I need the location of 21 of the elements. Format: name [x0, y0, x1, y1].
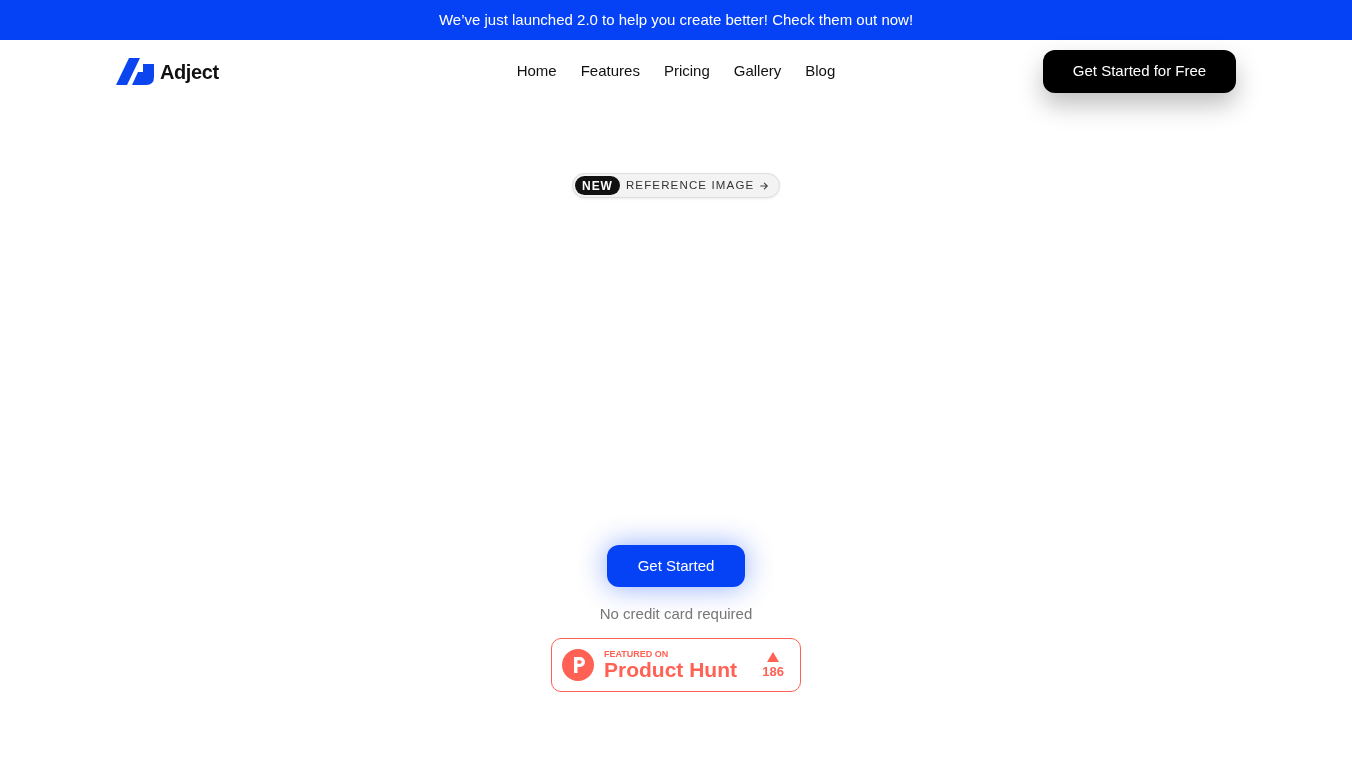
logo-icon [116, 58, 154, 85]
brand-name: Adject [160, 59, 219, 85]
get-started-button[interactable]: Get Started [607, 545, 745, 587]
no-credit-card-note: No credit card required [599, 604, 753, 624]
upvote-triangle-icon [767, 651, 780, 662]
nav-link[interactable]: Home [516, 60, 557, 83]
nav-link[interactable]: Pricing [663, 60, 710, 83]
nav-link[interactable]: Gallery [733, 60, 782, 83]
new-badge: NEW [575, 176, 620, 195]
announcement-pill[interactable]: NEW REFERENCE IMAGE [572, 173, 780, 198]
nav-link[interactable]: Blog [805, 60, 836, 83]
get-started-free-button[interactable]: Get Started for Free [1043, 50, 1236, 93]
product-hunt-name: Product Hunt [604, 659, 737, 681]
p-logo-icon [562, 649, 594, 681]
arrow-right-icon [760, 180, 769, 191]
featured-on-label: FEATURED ON [604, 649, 670, 659]
vote-count: 186 [762, 664, 784, 679]
brand-logo-link[interactable]: Adject [116, 56, 219, 87]
announcement-text[interactable]: We’ve just launched 2.0 to help you create better! Check them out now! [438, 8, 914, 32]
pill-label: REFERENCE IMAGE [625, 177, 755, 193]
nav-link[interactable]: Features [580, 60, 640, 83]
